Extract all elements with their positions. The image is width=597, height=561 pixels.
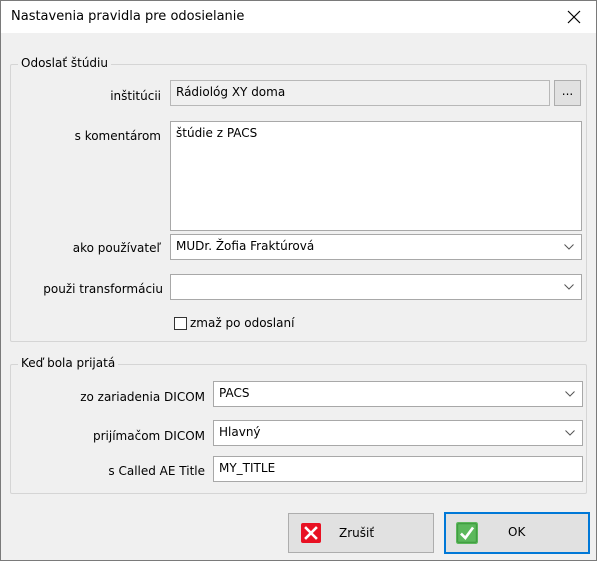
receiver-label: prijímačom DICOM	[93, 429, 205, 443]
cancel-label: Zrušiť	[339, 526, 375, 540]
called-ae-value: MY_TITLE	[219, 461, 276, 475]
device-label: zo zariadenia DICOM	[80, 390, 205, 404]
chevron-down-icon	[557, 235, 581, 259]
institution-value: Rádiológ XY doma	[176, 85, 286, 99]
transform-select[interactable]	[170, 274, 582, 300]
close-icon	[567, 10, 581, 24]
checkmark-icon	[456, 522, 478, 544]
cancel-button[interactable]: Zrušiť	[288, 513, 434, 553]
comment-label: s komentárom	[74, 129, 161, 143]
called-ae-title-input[interactable]: MY_TITLE	[213, 456, 583, 482]
send-rule-dialog: Nastavenia pravidla pre odosielanie Odos…	[0, 0, 597, 561]
delete-after-send-checkbox[interactable]	[174, 317, 187, 330]
called-ae-label: s Called AE Title	[108, 464, 205, 478]
transform-label: použi transformáciu	[43, 282, 163, 296]
browse-institution-button[interactable]: ...	[554, 80, 581, 106]
receiver-select[interactable]: Hlavný	[213, 420, 583, 446]
receiver-value: Hlavný	[219, 425, 261, 439]
chevron-down-icon	[558, 421, 582, 445]
user-value: MUDr. Žofia Fraktúrová	[176, 239, 315, 253]
comment-textarea[interactable]: štúdie z PACS	[170, 121, 582, 231]
comment-value: štúdie z PACS	[176, 126, 258, 140]
chevron-down-icon	[558, 382, 582, 406]
received-group-title: Keď bola prijatá	[18, 356, 119, 370]
title-bar: Nastavenia pravidla pre odosielanie	[1, 1, 596, 33]
institution-field[interactable]: Rádiológ XY doma	[170, 80, 550, 106]
device-value: PACS	[219, 386, 250, 400]
chevron-down-icon	[557, 275, 581, 299]
delete-after-send-label[interactable]: zmaž po odoslaní	[190, 316, 294, 330]
browse-label: ...	[561, 84, 574, 98]
ok-button[interactable]: OK	[444, 512, 590, 554]
institution-label: inštitúcii	[110, 89, 161, 103]
close-button[interactable]	[552, 1, 596, 33]
cancel-x-icon	[301, 523, 321, 543]
ok-label: OK	[508, 525, 526, 539]
device-select[interactable]: PACS	[213, 381, 583, 407]
user-select[interactable]: MUDr. Žofia Fraktúrová	[170, 234, 582, 260]
user-label: ako používateľ	[72, 241, 161, 255]
window-title: Nastavenia pravidla pre odosielanie	[11, 9, 245, 24]
send-study-group-title: Odoslať štúdiu	[18, 56, 111, 70]
